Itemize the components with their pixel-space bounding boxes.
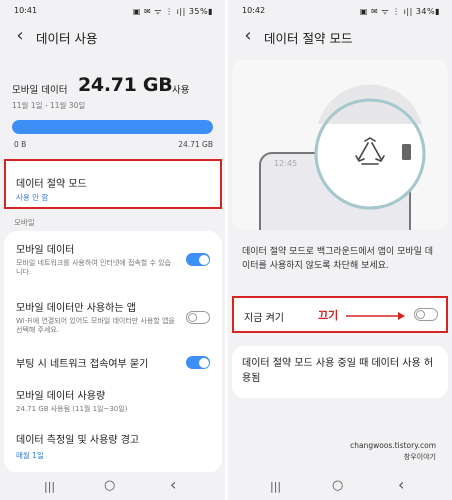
back-arrow-icon[interactable]: ‹: [238, 26, 258, 46]
app-bar: ‹ 데이터 사용: [0, 26, 225, 50]
status-icons: ▣ ✉ ᯤ ⋮ ı|| 35%▮: [132, 7, 213, 16]
data-usage-screen: 10:41 ▣ ✉ ᯤ ⋮ ı|| 35%▮ ‹ 데이터 사용 모바일 데이터 …: [0, 0, 225, 500]
setting-billing-cycle[interactable]: 데이터 측정일 및 사용량 경고 매월 1일: [16, 431, 210, 461]
mobile-data-only-toggle[interactable]: [186, 311, 210, 324]
phone-magnifier-illustration: [259, 84, 426, 230]
turn-on-now-row[interactable]: 지금 켜기 끄기: [232, 296, 448, 333]
setting-title: 모바일 데이터 사용량: [16, 391, 106, 402]
watermark-name: 창우이야기: [403, 453, 436, 461]
ask-network-toggle[interactable]: [186, 356, 210, 369]
section-header-mobile: 모바일: [14, 218, 35, 227]
watermark-site: changwoos.tistory.com: [350, 441, 436, 450]
usage-bar-min: 0 B: [14, 140, 27, 149]
data-saver-toggle[interactable]: [414, 308, 438, 321]
setting-title: 모바일 데이터: [16, 245, 75, 256]
data-saver-status: 사용 안 함: [16, 193, 49, 202]
status-time: 10:42: [242, 6, 266, 15]
status-bar: 10:42 ▣ ✉ ᯤ ⋮ ı|| 34%▮: [228, 4, 452, 18]
back-arrow-icon[interactable]: ‹: [10, 26, 30, 46]
usage-label: 모바일 데이터: [12, 85, 68, 96]
navigation-bar: ||| ○ ‹: [228, 472, 452, 500]
usage-progress-bar: [12, 120, 213, 134]
usage-period: 11월 1일 - 11월 30일: [12, 101, 86, 110]
status-bar: 10:41 ▣ ✉ ᯤ ⋮ ı|| 35%▮: [0, 4, 225, 18]
turn-on-label: 지금 켜기: [244, 313, 284, 324]
setting-desc: 24.71 GB 사용됨 (11월 1일~30일): [16, 405, 128, 413]
usage-progress-fill: [12, 120, 213, 134]
home-icon[interactable]: ○: [332, 478, 343, 493]
home-icon[interactable]: ○: [104, 478, 115, 493]
usage-unit: 사용: [172, 85, 190, 96]
setting-title: 데이터 측정일 및 사용량 경고: [16, 435, 140, 446]
setting-sub: 매월 1일: [16, 451, 44, 460]
data-saver-screen: 10:42 ▣ ✉ ᯤ ⋮ ı|| 34%▮ ‹ 데이터 절약 모드 12:45…: [228, 0, 452, 500]
allowed-apps-label: 데이터 절약 모드 사용 중일 때 데이터 사용 허용됨: [242, 358, 434, 384]
status-time: 10:41: [14, 6, 38, 15]
app-bar: ‹ 데이터 절약 모드: [228, 26, 452, 50]
page-title: 데이터 사용: [36, 31, 98, 46]
setting-ask-network-on-boot[interactable]: 부팅 시 네트워크 접속여부 묻기: [16, 355, 210, 370]
status-icons: ▣ ✉ ᯤ ⋮ ı|| 34%▮: [359, 7, 440, 16]
data-saver-illustration: 12:45: [232, 60, 448, 230]
annotation-arrow-icon: [346, 312, 405, 320]
data-saver-description: 데이터 절약 모드로 백그라운드에서 앱이 모바일 데이터를 사용하지 않도록 …: [242, 247, 434, 271]
usage-amount: 24.71 GB: [78, 74, 173, 96]
setting-mobile-data-usage[interactable]: 모바일 데이터 사용량 24.71 GB 사용됨 (11월 1일~30일): [16, 387, 210, 414]
illustration-clock: 12:45: [274, 159, 298, 168]
mobile-data-toggle[interactable]: [186, 253, 210, 266]
setting-desc: 모바일 네트워크를 사용하여 인터넷에 접속할 수 있습니다.: [16, 259, 172, 277]
mobile-settings-card: 모바일 데이터 모바일 네트워크를 사용하여 인터넷에 접속할 수 있습니다. …: [4, 231, 222, 473]
data-saver-item[interactable]: 데이터 절약 모드 사용 안 함: [4, 159, 222, 209]
allowed-apps-item[interactable]: 데이터 절약 모드 사용 중일 때 데이터 사용 허용됨: [232, 346, 448, 398]
setting-desc: Wi-Fi에 연결되어 있어도 모바일 데이터만 사용할 앱을 선택해 주세요.: [16, 317, 175, 335]
setting-title: 모바일 데이터만 사용하는 앱: [16, 303, 136, 314]
recent-apps-icon[interactable]: |||: [270, 480, 281, 493]
setting-mobile-data[interactable]: 모바일 데이터 모바일 네트워크를 사용하여 인터넷에 접속할 수 있습니다.: [16, 241, 210, 278]
setting-mobile-data-only-apps[interactable]: 모바일 데이터만 사용하는 앱 Wi-Fi에 연결되어 있어도 모바일 데이터만…: [16, 299, 210, 336]
back-nav-icon[interactable]: ‹: [398, 475, 404, 494]
navigation-bar: ||| ○ ‹: [0, 472, 225, 500]
page-title: 데이터 절약 모드: [264, 31, 353, 46]
usage-bar-max: 24.71 GB: [178, 140, 213, 149]
back-nav-icon[interactable]: ‹: [170, 475, 176, 494]
recent-apps-icon[interactable]: |||: [44, 480, 55, 493]
setting-title: 부팅 시 네트워크 접속여부 묻기: [16, 359, 149, 370]
data-saver-title: 데이터 절약 모드: [16, 179, 87, 190]
annotation-off-label: 끄기: [318, 309, 339, 322]
